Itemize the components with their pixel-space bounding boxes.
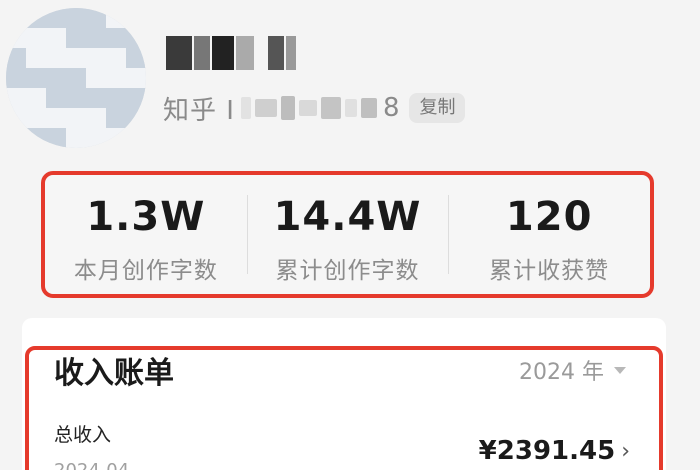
avatar-pixel xyxy=(6,108,26,128)
copy-button[interactable]: 复制 xyxy=(409,93,466,123)
zhihu-id-prefix: 知乎 I xyxy=(163,95,235,126)
avatar-pixel xyxy=(6,68,26,88)
avatar-pixel xyxy=(46,88,66,108)
income-date: 2024-04 xyxy=(54,460,129,470)
stat-label: 本月创作字数 xyxy=(73,258,218,284)
stat-label: 累计创作字数 xyxy=(275,258,420,284)
avatar-pixel xyxy=(126,8,146,28)
avatar-pixel xyxy=(106,128,126,148)
avatar-pixel xyxy=(126,88,146,108)
avatar[interactable] xyxy=(6,8,146,148)
avatar-pixel xyxy=(66,28,86,48)
avatar-pixel xyxy=(86,8,106,28)
stat-label: 累计收获赞 xyxy=(489,258,610,284)
avatar-pixel xyxy=(6,28,26,48)
avatar-pixel xyxy=(26,28,46,48)
avatar-pixel xyxy=(126,68,146,88)
avatar-pixel xyxy=(6,88,26,108)
avatar-pixel xyxy=(126,108,146,128)
avatar-pixel xyxy=(46,128,66,148)
avatar-pixel xyxy=(86,68,106,88)
total-income-amount: ¥2391.45 xyxy=(478,436,616,466)
avatar-pixel xyxy=(66,128,86,148)
avatar-pixel xyxy=(66,108,86,128)
avatar-pixel xyxy=(86,128,106,148)
avatar-pixel xyxy=(46,68,66,88)
avatar-pixel xyxy=(106,108,126,128)
avatar-pixel xyxy=(26,88,46,108)
stat-value: 120 xyxy=(505,194,593,240)
avatar-pixel xyxy=(66,8,86,28)
avatar-pixel xyxy=(126,28,146,48)
income-bill-title: 收入账单 xyxy=(54,356,174,391)
stat-total-likes[interactable]: 120 累计收获赞 xyxy=(448,175,650,294)
avatar-pixel xyxy=(46,108,66,128)
username-redacted xyxy=(166,36,296,70)
avatar-pixel xyxy=(106,48,126,68)
chevron-down-icon xyxy=(614,366,626,374)
zhihu-id-line: 知乎 I 8 复制 xyxy=(163,90,466,126)
avatar-pixel xyxy=(86,108,106,128)
avatar-pixel xyxy=(106,28,126,48)
avatar-pixel xyxy=(86,48,106,68)
avatar-pixel xyxy=(6,8,26,28)
stat-monthly-words[interactable]: 1.3W 本月创作字数 xyxy=(45,175,247,294)
stat-value: 14.4W xyxy=(273,194,422,240)
avatar-pixel xyxy=(126,128,146,148)
avatar-pixel xyxy=(26,48,46,68)
avatar-pixel xyxy=(46,8,66,28)
avatar-pixel xyxy=(26,108,46,128)
avatar-pixel xyxy=(66,48,86,68)
stat-total-words[interactable]: 14.4W 累计创作字数 xyxy=(246,175,449,294)
stat-value: 1.3W xyxy=(86,194,206,240)
zhihu-id-redacted xyxy=(240,96,377,120)
avatar-pixel xyxy=(46,28,66,48)
avatar-pixel xyxy=(86,88,106,108)
avatar-pixel xyxy=(106,68,126,88)
avatar-pixel xyxy=(6,48,26,68)
zhihu-id-tail: 8 xyxy=(382,93,400,123)
creation-stats-panel: 1.3W 本月创作字数 14.4W 累计创作字数 120 累计收获赞 xyxy=(41,171,654,298)
avatar-pixel xyxy=(26,128,46,148)
year-selector-label: 2024 年 xyxy=(519,360,604,385)
avatar-pixel xyxy=(66,88,86,108)
avatar-pixel xyxy=(126,48,146,68)
avatar-pixel xyxy=(106,88,126,108)
avatar-pixel xyxy=(26,8,46,28)
total-income-label: 总收入 xyxy=(54,424,112,446)
chevron-right-icon: › xyxy=(621,438,630,464)
total-income-row[interactable]: ¥2391.45 › xyxy=(479,436,630,466)
avatar-pixel xyxy=(46,48,66,68)
avatar-pixel xyxy=(66,68,86,88)
avatar-mosaic xyxy=(6,8,146,148)
avatar-pixel xyxy=(26,68,46,88)
avatar-pixel xyxy=(106,8,126,28)
avatar-pixel xyxy=(86,28,106,48)
year-selector[interactable]: 2024 年 xyxy=(519,354,626,386)
avatar-pixel xyxy=(6,128,26,148)
